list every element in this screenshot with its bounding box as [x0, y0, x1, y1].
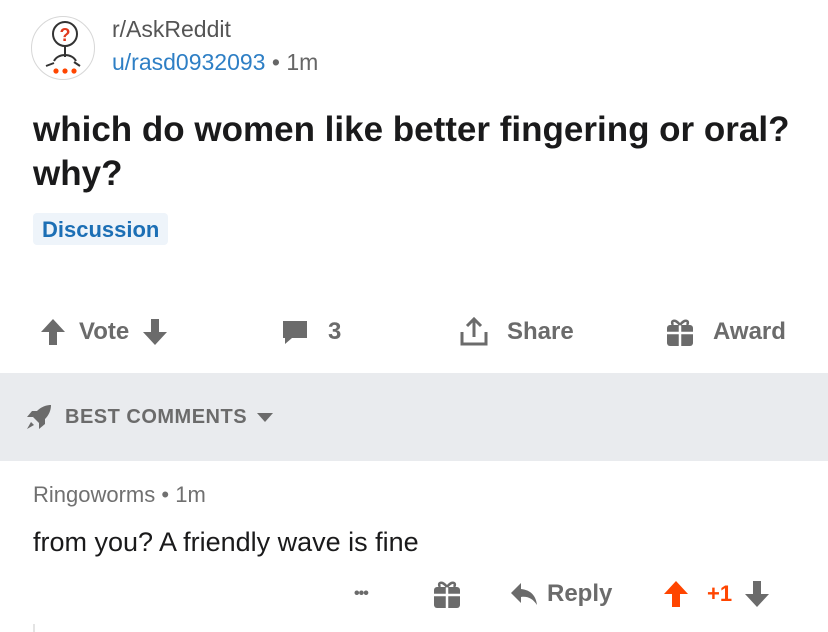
arrow-down-icon — [745, 581, 770, 607]
post-time: 1m — [286, 49, 319, 75]
comment-score: +1 — [707, 581, 733, 606]
speech-bubble-icon — [283, 321, 307, 344]
comment-time: 1m — [175, 482, 206, 507]
vote-control: Vote — [39, 312, 169, 352]
subreddit-name[interactable]: r/AskReddit — [112, 16, 231, 43]
post-flair[interactable]: Discussion — [33, 213, 169, 245]
subreddit-avatar[interactable]: ? — [31, 16, 95, 80]
comment-award-button[interactable] — [432, 574, 462, 614]
arrow-up-icon — [41, 319, 65, 345]
comment-count: 3 — [328, 318, 342, 345]
meta-separator: • — [271, 49, 280, 75]
comment-thread-line[interactable] — [33, 624, 35, 632]
post-meta: u/rasd0932093 • 1m — [112, 49, 318, 76]
svg-text:?: ? — [60, 25, 71, 45]
vote-label: Vote — [79, 318, 130, 345]
comments-button[interactable]: 3 — [280, 312, 341, 352]
downvote-button[interactable] — [141, 317, 169, 347]
share-label: Share — [507, 318, 574, 345]
askreddit-avatar-icon: ? — [45, 21, 81, 74]
sort-label: BEST COMMENTS — [65, 405, 248, 428]
comment-upvote-button[interactable] — [662, 579, 690, 609]
comment-author[interactable]: Ringoworms — [33, 482, 155, 507]
share-icon — [460, 316, 488, 346]
caret-down-icon — [257, 413, 274, 422]
reply-label: Reply — [547, 580, 613, 607]
reply-arrow-icon — [511, 583, 537, 605]
reply-button[interactable]: Reply — [509, 574, 612, 614]
comment-meta: Ringoworms • 1m — [33, 482, 206, 508]
award-button[interactable]: Award — [665, 312, 786, 352]
post-title[interactable]: which do women like better fingering or … — [33, 108, 793, 196]
gift-icon — [667, 319, 693, 346]
sort-dropdown[interactable]: BEST COMMENTS — [24, 400, 274, 434]
comment-more-button[interactable]: ••• — [354, 574, 369, 614]
comment-vote-control: +1 — [662, 574, 771, 614]
arrow-up-icon — [664, 581, 688, 607]
arrow-down-icon — [143, 319, 168, 345]
author-link[interactable]: u/rasd0932093 — [112, 49, 265, 75]
comment-downvote-button[interactable] — [743, 579, 771, 609]
gift-icon — [434, 581, 460, 608]
upvote-button[interactable] — [39, 317, 67, 347]
award-label: Award — [713, 318, 786, 345]
rocket-icon — [27, 405, 51, 429]
comment-meta-separator: • — [161, 482, 170, 507]
comment-body: from you? A friendly wave is fine — [33, 527, 419, 557]
share-button[interactable]: Share — [458, 312, 574, 352]
